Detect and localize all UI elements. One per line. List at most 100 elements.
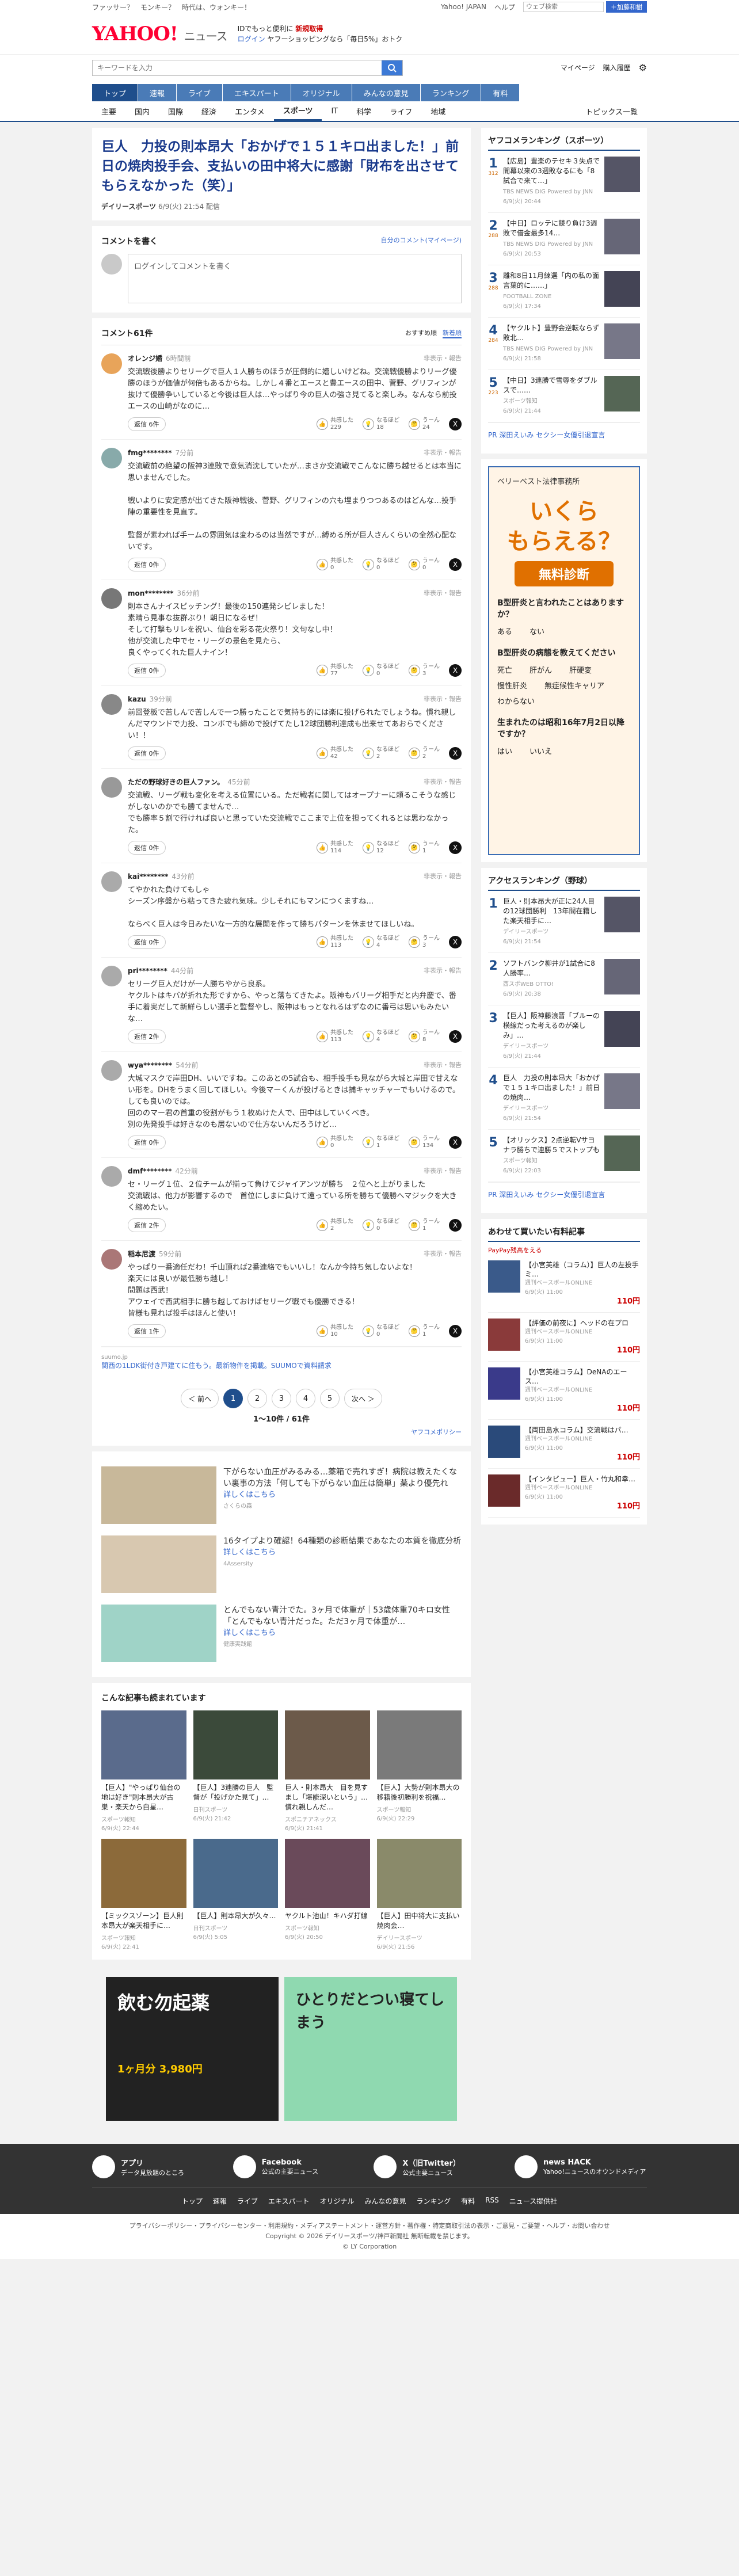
reaction-think[interactable]: 💡 なるほど 18 [363, 417, 399, 431]
commenter-avatar[interactable] [101, 1060, 122, 1081]
reaction-hmm[interactable]: 🤔 うーん 3 [409, 664, 440, 677]
reply-button[interactable]: 返信 0件 [128, 664, 166, 677]
reaction-think[interactable]: 💡 なるほど 0 [363, 1218, 399, 1232]
ranking-item[interactable]: 4 284 【ヤクルト】豊野会逆転ならず敗北… TBS NEWS DIG Powere… [488, 318, 640, 370]
rank-title[interactable]: 【広島】豊楽のテセキ３失点で開幕以来の3週敗なるにも「8試合で来て…」 [503, 157, 600, 186]
report-link[interactable]: 非表示・報告 [424, 871, 462, 881]
login-link[interactable]: ログイン [238, 35, 265, 43]
commenter-name[interactable]: 稲本尼渡 [128, 1250, 155, 1258]
gnav-top[interactable]: トップ [92, 84, 138, 101]
report-link[interactable]: 非表示・報告 [424, 1166, 462, 1176]
paid-item[interactable]: 【両田島水コラム】交流戦はパ… 週刊ベースボールONLINE 6/9(火) 11:0… [488, 1420, 640, 1469]
footer-app[interactable]: アプリ データ見放題のところ [92, 2155, 224, 2178]
policy-link[interactable]: ヤフコメポリシー [101, 1427, 462, 1436]
gnav-opinion[interactable]: みんなの意見 [352, 84, 420, 101]
my-comments-link[interactable]: 自分のコメント(マイページ) [381, 235, 462, 247]
commenter-avatar[interactable] [101, 1249, 122, 1270]
snav-domestic[interactable]: 国内 [125, 101, 159, 121]
register-link[interactable]: 新規取得 [295, 25, 323, 33]
purchase-history-link[interactable]: 購入履歴 [603, 63, 631, 73]
reaction-agree[interactable]: 👍 共感した 0 [317, 1135, 353, 1149]
reaction-hmm[interactable]: 🤔 うーん 1 [409, 841, 440, 855]
snav-science[interactable]: 科学 [347, 101, 380, 121]
sort-recommended[interactable]: おすすめ順 [405, 328, 437, 338]
reaction-hmm[interactable]: 🤔 うーん 1 [409, 1324, 440, 1338]
rank-title[interactable]: ソフトバンク柳井が1試合に8人勝率… [503, 959, 600, 978]
promo-link[interactable]: 詳しくはこちら [223, 1547, 461, 1558]
gnav-live[interactable]: ライブ [177, 84, 223, 101]
x-share-icon[interactable]: X [449, 558, 462, 571]
reply-button[interactable]: 返信 6件 [128, 417, 166, 431]
paid-title[interactable]: 【評価の前夜に】ヘッドの在プロ [525, 1319, 640, 1328]
rank-title[interactable]: 【ヤクルト】豊野会逆転ならず敗北… [503, 323, 600, 343]
reaction-agree[interactable]: 👍 共感した 42 [317, 746, 353, 760]
x-share-icon[interactable]: X [449, 936, 462, 948]
rank-title[interactable]: 巨人 力投の則本昂大「おかげで１５１キロ出ました！」前日の焼肉… [503, 1073, 600, 1103]
reply-button[interactable]: 返信 0件 [128, 558, 166, 571]
x-share-icon[interactable]: X [449, 664, 462, 677]
gnav-ranking[interactable]: ランキング [420, 84, 481, 101]
sort-newest[interactable]: 新着順 [443, 328, 462, 338]
reply-button[interactable]: 返信 1件 [128, 1324, 166, 1338]
report-link[interactable]: 非表示・報告 [424, 1060, 462, 1070]
page-2[interactable]: 2 [247, 1389, 267, 1408]
promo-link[interactable]: 詳しくはこちら [223, 1628, 462, 1639]
rank-title[interactable]: 【オリックス】2点逆転Vサヨナラ勝ちで連勝５でストップも [503, 1135, 600, 1155]
gear-icon[interactable]: ⚙ [639, 62, 647, 73]
x-share-icon[interactable]: X [449, 1030, 462, 1043]
rank-title[interactable]: 【巨人】阪神藤浪晋「ブルーの横線だった考えるのが楽しみ」… [503, 1011, 600, 1041]
x-share-icon[interactable]: X [449, 1325, 462, 1337]
commenter-avatar[interactable] [101, 871, 122, 892]
rank-title[interactable]: 巨人・則本昂大が正に24人目の12球団勝利 13年間在籍した楽天相手に… [503, 897, 600, 926]
page-1[interactable]: 1 [223, 1389, 243, 1408]
ranking-item[interactable]: 5 【オリックス】2点逆転Vサヨナラ勝ちで連勝５でストップも スポーツ報知 6/9(火… [488, 1130, 640, 1182]
commenter-avatar[interactable] [101, 448, 122, 468]
footer-links[interactable]: プライバシーポリシー・プライバシーセンター・利用規約・メディアステートメント・運… [0, 2221, 739, 2231]
commenter-avatar[interactable] [101, 588, 122, 609]
snav-main[interactable]: 主要 [92, 101, 125, 121]
x-share-icon[interactable]: X [449, 1219, 462, 1232]
commenter-name[interactable]: fmg******** [128, 449, 172, 457]
also-read-title[interactable]: 巨人・則本昂大 目を見すまし「堪能深いという」…慣れ親しんだ… [285, 1783, 370, 1812]
x-share-icon[interactable]: X [449, 1136, 462, 1149]
paid-item[interactable]: 【小宮英雄（コラム）】巨人の左投手ミ… 週刊ベースボールONLINE 6/9(火) … [488, 1255, 640, 1313]
x-share-icon[interactable]: X [449, 841, 462, 854]
reaction-think[interactable]: 💡 なるほど 2 [363, 746, 399, 760]
snav-it[interactable]: IT [322, 101, 347, 121]
snav-entertainment[interactable]: エンタメ [226, 101, 274, 121]
also-read-title[interactable]: 【巨人】則本昂大が久々… [193, 1911, 279, 1921]
commenter-name[interactable]: mon******** [128, 589, 174, 597]
ranking-item[interactable]: 1 巨人・則本昂大が正に24人目の12球団勝利 13年間在籍した楽天相手に… デイリ… [488, 891, 640, 953]
yahoo-japan-link[interactable]: Yahoo! JAPAN [441, 3, 486, 11]
gnav-paid[interactable]: 有料 [481, 84, 520, 101]
reaction-agree[interactable]: 👍 共感した 114 [317, 841, 353, 855]
commenter-name[interactable]: オレンジ婚 [128, 355, 162, 363]
reaction-hmm[interactable]: 🤔 うーん 24 [409, 417, 440, 431]
report-link[interactable]: 非表示・報告 [424, 1249, 462, 1259]
commenter-name[interactable]: kai******** [128, 872, 168, 881]
reply-button[interactable]: 返信 0件 [128, 935, 166, 949]
reaction-hmm[interactable]: 🤔 うーん 8 [409, 1030, 440, 1043]
reaction-think[interactable]: 💡 なるほど 12 [363, 841, 399, 855]
reply-button[interactable]: 返信 2件 [128, 1030, 166, 1043]
paid-title[interactable]: 【両田島水コラム】交流戦はパ… [525, 1426, 640, 1435]
also-read-title[interactable]: 【巨人】3連勝の巨人 監督が「投げかた見て」… [193, 1783, 279, 1803]
ranking-item[interactable]: 3 【巨人】阪神藤浪晋「ブルーの横線だった考えるのが楽しみ」… デイリースポーツ 6/… [488, 1005, 640, 1068]
commenter-avatar[interactable] [101, 1166, 122, 1187]
commenter-name[interactable]: dmf******** [128, 1167, 172, 1175]
reaction-hmm[interactable]: 🤔 うーん 134 [409, 1135, 440, 1149]
reaction-think[interactable]: 💡 なるほど 4 [363, 1030, 399, 1043]
footer-nav-link[interactable]: ランキング [417, 2196, 451, 2206]
ad-banner-1[interactable]: 飲む勿起薬 1ヶ月分 3,980円 [106, 1977, 279, 2121]
footer-nav-link[interactable]: RSS [485, 2196, 499, 2206]
commenter-avatar[interactable] [101, 694, 122, 715]
also-read-item[interactable]: 【巨人】大勢が則本昂大の移籍後初勝利を祝福… スポーツ報知 6/9(火) 22:29 [376, 1710, 462, 1832]
inline-ad[interactable]: suumo.jp 関西の1LDK街付き戸建てに住もう。最新物件を掲載。SUUMOで… [101, 1347, 462, 1377]
also-read-item[interactable]: 【巨人】則本昂大が久々… 日刊スポーツ 6/9(火) 5:05 [193, 1839, 279, 1950]
footer-nav-link[interactable]: みんなの意見 [365, 2196, 406, 2206]
reaction-hmm[interactable]: 🤔 うーん 3 [409, 935, 440, 949]
also-read-title[interactable]: 【巨人】大勢が則本昂大の移籍後初勝利を祝福… [377, 1783, 462, 1803]
paid-item[interactable]: 【評価の前夜に】ヘッドの在プロ 週刊ベースボールONLINE 6/9(火) 11:0… [488, 1313, 640, 1362]
next-page[interactable]: 次へ ＞ [344, 1389, 382, 1408]
also-read-title[interactable]: 【巨人】田中将大に支払い焼肉会… [377, 1911, 462, 1931]
